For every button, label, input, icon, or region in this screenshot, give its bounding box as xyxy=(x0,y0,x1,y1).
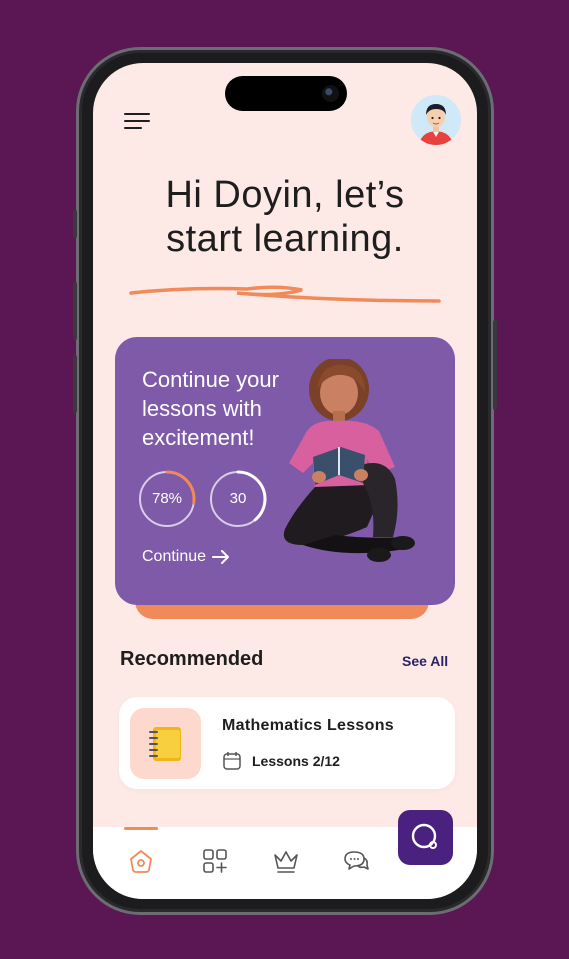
avatar-icon xyxy=(411,95,461,145)
progress-percent-ring: 78% xyxy=(137,469,197,529)
lesson-progress: Lessons 2/12 xyxy=(222,751,340,771)
tab-categories[interactable] xyxy=(201,847,229,875)
greeting-heading: Hi Doyin, let’s start learning. xyxy=(93,173,477,261)
notebook-icon xyxy=(149,727,181,761)
profile-avatar[interactable] xyxy=(411,95,461,145)
grid-plus-icon xyxy=(203,849,227,873)
progress-count-ring: 30 xyxy=(208,469,268,529)
tab-messages[interactable] xyxy=(342,847,370,875)
search-fab-button[interactable] xyxy=(398,810,453,865)
arrow-right-icon xyxy=(212,550,230,564)
dynamic-island xyxy=(225,76,347,111)
search-icon xyxy=(411,823,437,849)
app-screen: Hi Doyin, let’s start learning. Continue… xyxy=(93,63,477,899)
greeting-line-2: start learning. xyxy=(166,218,404,260)
active-tab-indicator xyxy=(124,827,158,830)
menu-icon-bar xyxy=(124,120,150,122)
camera-icon xyxy=(322,85,339,102)
menu-icon-bar xyxy=(124,113,150,115)
crown-icon xyxy=(274,851,298,873)
continue-button[interactable]: Continue xyxy=(142,548,230,566)
tab-home[interactable] xyxy=(127,847,155,875)
phone-side-button xyxy=(73,210,77,238)
chat-icon xyxy=(344,851,369,870)
recommended-heading: Recommended xyxy=(120,648,264,670)
menu-button[interactable] xyxy=(124,113,152,133)
phone-volume-up xyxy=(73,282,77,340)
home-icon xyxy=(130,850,152,873)
calendar-icon xyxy=(223,752,241,770)
continue-label: Continue xyxy=(142,548,207,565)
progress-percent-label: 78% xyxy=(151,490,183,507)
lesson-thumbnail xyxy=(130,708,201,779)
menu-icon-bar xyxy=(124,127,142,129)
phone-volume-down xyxy=(73,355,77,413)
progress-count-label: 30 xyxy=(229,490,247,507)
tab-leaderboard[interactable] xyxy=(272,847,300,875)
lesson-title: Mathematics Lessons xyxy=(222,717,394,734)
see-all-link[interactable]: See All xyxy=(402,653,448,669)
greeting-line-1: Hi Doyin, let’s xyxy=(165,174,405,216)
phone-power-button xyxy=(493,320,497,410)
lesson-card-mathematics[interactable]: Mathematics Lessons Lessons 2/12 xyxy=(119,697,455,789)
continue-lessons-card: Continue your lessons with excitement! 7… xyxy=(115,337,455,605)
lesson-count: Lessons 2/12 xyxy=(252,753,340,769)
underline-squiggle xyxy=(129,285,441,303)
reading-girl-illustration xyxy=(283,359,415,562)
